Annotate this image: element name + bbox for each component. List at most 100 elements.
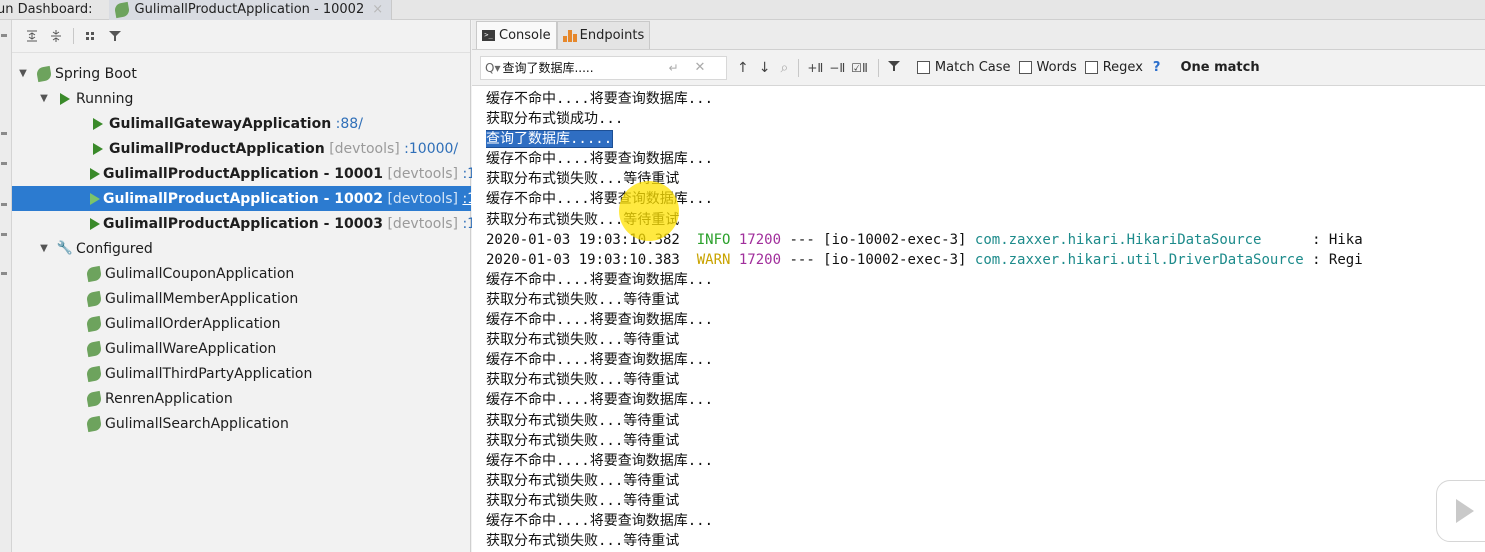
group-icon[interactable] bbox=[81, 26, 101, 46]
app-name: GulimallWareApplication bbox=[105, 340, 277, 357]
collapse-all-icon[interactable] bbox=[46, 26, 66, 46]
search-input[interactable] bbox=[502, 60, 663, 75]
app-tag: [devtools] bbox=[387, 215, 458, 232]
app-tag: [devtools] bbox=[387, 190, 458, 207]
remove-selection-icon[interactable]: −Ⅱ bbox=[829, 61, 845, 75]
run-icon bbox=[90, 117, 106, 130]
app-name: GulimallProductApplication bbox=[109, 140, 325, 157]
log-logger: com.zaxxer.hikari.util.DriverDataSource bbox=[974, 251, 1313, 268]
tab-label: Console bbox=[499, 28, 551, 43]
prev-occurrence-icon[interactable]: ↑ bbox=[737, 60, 749, 76]
console-tabs: >_ Console Endpoints bbox=[472, 20, 1485, 50]
console-line: 获取分布式锁失败...等待重试 bbox=[486, 332, 680, 349]
app-name: GulimallCouponApplication bbox=[105, 265, 295, 282]
spring-boot-icon bbox=[85, 315, 103, 332]
tree-node-label: Configured bbox=[76, 240, 153, 257]
tree-item-gateway[interactable]: GulimallGatewayApplication :88/ bbox=[12, 111, 471, 136]
search-icon[interactable]: Q▾ bbox=[485, 61, 500, 75]
tree-item-configured[interactable]: GulimallMemberApplication bbox=[12, 286, 471, 311]
tab-label: Endpoints bbox=[579, 28, 645, 43]
tree-item-product-10002[interactable]: GulimallProductApplication - 10002 [devt… bbox=[12, 186, 490, 211]
chevron-down-icon[interactable]: ▼ bbox=[16, 68, 30, 79]
app-tag: [devtools] bbox=[387, 165, 458, 182]
services-tree-panel: ▼ Spring Boot ▼ Running GulimallGatewayA… bbox=[12, 20, 490, 552]
console-output[interactable]: 缓存不命中....将要查询数据库... 获取分布式锁成功... 查询了数据库....… bbox=[486, 89, 1485, 552]
tab-console[interactable]: >_ Console bbox=[476, 21, 557, 49]
tree-node-spring-boot[interactable]: ▼ Spring Boot bbox=[12, 61, 471, 86]
run-tab-label: GulimallProductApplication - 10002 bbox=[134, 2, 365, 17]
newline-icon[interactable]: ↵ bbox=[668, 61, 678, 75]
select-all-occurrences-icon[interactable]: ☑Ⅱ bbox=[851, 61, 868, 75]
log-pid: 17200 bbox=[738, 251, 782, 268]
tab-endpoints[interactable]: Endpoints bbox=[556, 21, 651, 49]
search-match-highlight: 查询了数据库..... bbox=[486, 130, 614, 149]
log-logger: com.zaxxer.hikari.HikariDataSource bbox=[974, 231, 1313, 248]
console-line: 缓存不命中....将要查询数据库... bbox=[486, 91, 714, 107]
app-port-link[interactable]: :88/ bbox=[336, 116, 363, 132]
chevron-down-icon[interactable]: ▼ bbox=[37, 243, 51, 254]
log-thread: --- [io-10002-exec-3] bbox=[781, 231, 975, 248]
app-port-link[interactable]: :10000/ bbox=[404, 141, 458, 157]
run-dashboard-header: un Dashboard: GulimallProductApplication… bbox=[0, 0, 1485, 20]
match-case-checkbox[interactable]: Match Case bbox=[916, 60, 1011, 75]
left-gutter bbox=[0, 20, 12, 552]
checkbox-box[interactable] bbox=[916, 61, 930, 74]
checkbox-box[interactable] bbox=[1018, 61, 1032, 74]
add-selection-icon[interactable]: +Ⅱ bbox=[807, 61, 823, 75]
console-line: 查询了数据库..... bbox=[486, 129, 1485, 149]
checkbox-box[interactable] bbox=[1084, 61, 1098, 74]
console-line: 缓存不命中....将要查询数据库... bbox=[486, 151, 714, 168]
tree-item-configured[interactable]: RenrenApplication bbox=[12, 386, 471, 411]
console-line: 获取分布式锁失败...等待重试 bbox=[486, 291, 680, 308]
spring-boot-icon bbox=[85, 265, 103, 282]
chevron-down-icon[interactable]: ▼ bbox=[37, 93, 51, 104]
spring-boot-icon bbox=[85, 415, 103, 432]
console-panel: >_ Console Endpoints Q▾ ↵ ✕ ↑ ↓ ⌕ +Ⅱ −Ⅱ … bbox=[472, 20, 1485, 552]
checkbox-label: Words bbox=[1036, 60, 1077, 75]
close-icon[interactable]: × bbox=[372, 2, 383, 17]
run-icon bbox=[90, 167, 100, 180]
app-name: GulimallGatewayApplication bbox=[109, 115, 332, 132]
tree-item-configured[interactable]: GulimallSearchApplication bbox=[12, 411, 471, 436]
tree-node-running[interactable]: ▼ Running bbox=[12, 86, 471, 111]
tree-item-product-10001[interactable]: GulimallProductApplication - 10001 [devt… bbox=[12, 161, 490, 186]
expand-all-icon[interactable] bbox=[22, 26, 42, 46]
log-pid: 17200 bbox=[738, 231, 782, 248]
spring-boot-icon bbox=[113, 1, 130, 18]
words-checkbox[interactable]: Words bbox=[1018, 60, 1077, 75]
match-count: One match bbox=[1180, 60, 1260, 75]
console-line: 获取分布式锁失败...等待重试 bbox=[486, 372, 680, 389]
play-icon bbox=[1456, 499, 1474, 523]
tree-item-configured[interactable]: GulimallOrderApplication bbox=[12, 311, 471, 336]
regex-help-link[interactable]: ? bbox=[1153, 60, 1161, 75]
log-level: WARN bbox=[696, 251, 739, 268]
search-field[interactable]: Q▾ ↵ ✕ bbox=[480, 55, 727, 80]
tree-node-label: Running bbox=[76, 90, 134, 107]
video-play-button[interactable] bbox=[1436, 480, 1485, 542]
console-line: 缓存不命中....将要查询数据库... bbox=[486, 352, 714, 369]
app-name: GulimallProductApplication - 10002 bbox=[103, 190, 384, 207]
find-bar: Q▾ ↵ ✕ ↑ ↓ ⌕ +Ⅱ −Ⅱ ☑Ⅱ Match Case Words R… bbox=[472, 50, 1485, 86]
wrench-icon: 🔧 bbox=[56, 241, 74, 256]
console-line: 2020-01-03 19:03:10.383 WARN 17200 --- [… bbox=[486, 250, 1485, 270]
filter-icon[interactable] bbox=[887, 59, 901, 77]
spring-boot-icon bbox=[85, 340, 103, 357]
tree-item-configured[interactable]: GulimallCouponApplication bbox=[12, 261, 471, 286]
tree-item-configured[interactable]: GulimallWareApplication bbox=[12, 336, 471, 361]
run-tab-active[interactable]: GulimallProductApplication - 10002 × bbox=[108, 0, 393, 20]
find-all-icon[interactable]: ⌕ bbox=[780, 60, 788, 76]
next-occurrence-icon[interactable]: ↓ bbox=[759, 60, 771, 76]
tree-node-configured[interactable]: ▼ 🔧 Configured bbox=[12, 236, 471, 261]
console-line: 获取分布式锁失败...等待重试 bbox=[486, 492, 680, 509]
filter-icon[interactable] bbox=[105, 26, 125, 46]
console-icon: >_ bbox=[482, 30, 495, 41]
clear-icon[interactable]: ✕ bbox=[695, 60, 706, 75]
run-icon bbox=[90, 217, 100, 230]
tree-item-product[interactable]: GulimallProductApplication [devtools] :1… bbox=[12, 136, 471, 161]
app-name: GulimallMemberApplication bbox=[105, 290, 299, 307]
tree-item-product-10003[interactable]: GulimallProductApplication - 10003 [devt… bbox=[12, 211, 490, 236]
regex-checkbox[interactable]: Regex bbox=[1084, 60, 1143, 75]
tree-item-configured[interactable]: GulimallThirdPartyApplication bbox=[12, 361, 471, 386]
console-line: 获取分布式锁成功... bbox=[486, 111, 624, 128]
log-message: : Regi bbox=[1312, 251, 1363, 268]
